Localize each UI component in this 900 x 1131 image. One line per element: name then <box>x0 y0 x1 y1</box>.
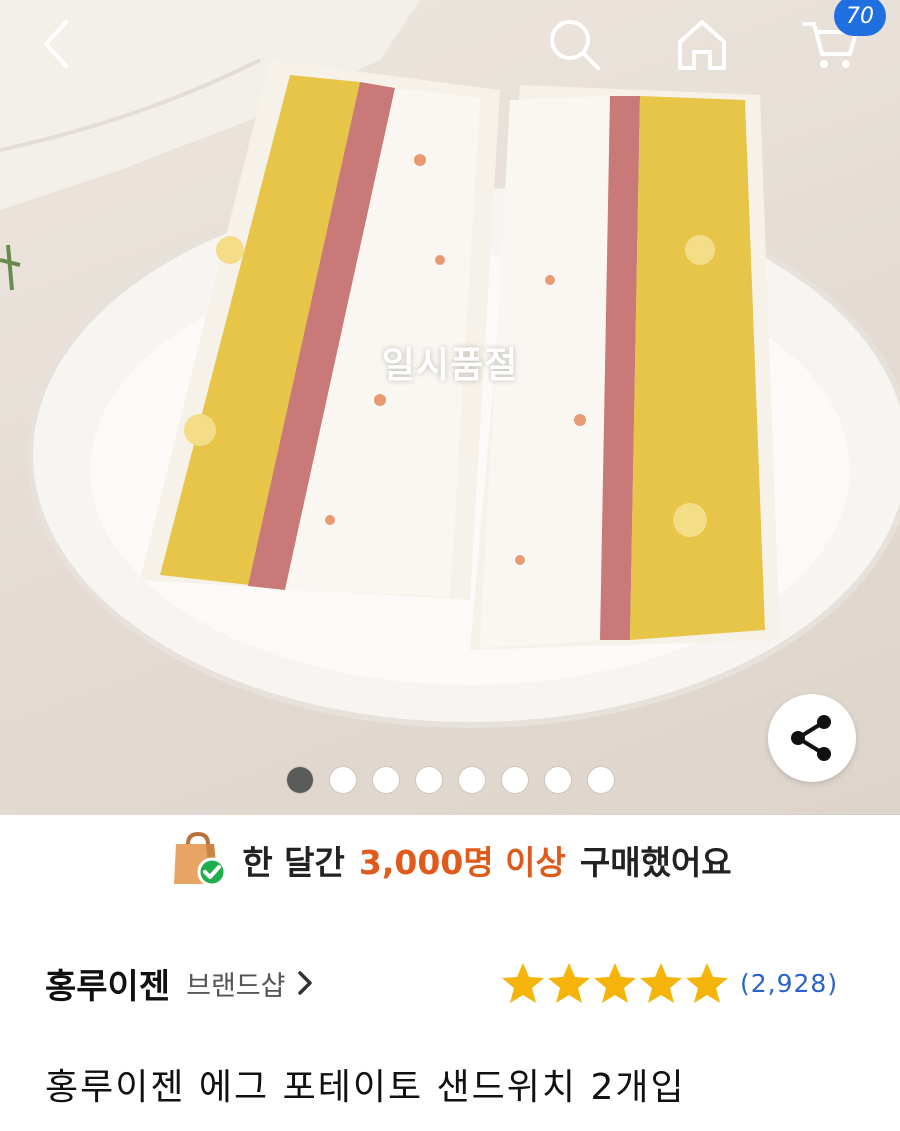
carousel-dot[interactable] <box>373 767 399 793</box>
banner-highlight: 3,000명 이상 <box>358 843 566 882</box>
home-icon <box>678 20 726 70</box>
rating-summary[interactable]: (2,928) <box>500 955 838 1011</box>
shopping-bag-check-icon <box>174 831 227 887</box>
banner-suffix: 구매했어요 <box>579 843 732 882</box>
carousel-dot[interactable] <box>416 767 442 793</box>
review-count[interactable]: (2,928) <box>740 969 838 998</box>
product-title: 홍루이젠 에그 포테이토 샌드위치 2개입 <box>45 1067 686 1108</box>
share-button[interactable] <box>768 694 856 782</box>
star-icon <box>502 963 544 1003</box>
home-button[interactable] <box>666 8 738 80</box>
chevron-left-icon <box>44 20 68 68</box>
banner-prefix: 한 달간 <box>242 843 345 882</box>
star-icon <box>686 963 728 1003</box>
star-icon <box>548 963 590 1003</box>
chevron-right-icon <box>297 971 312 995</box>
share-icon <box>791 715 831 761</box>
sold-out-overlay: 일시품절 <box>381 345 519 386</box>
carousel-dot[interactable] <box>330 767 356 793</box>
carousel-dot[interactable] <box>502 767 528 793</box>
product-image-carousel[interactable]: 일시품절 <box>0 0 900 815</box>
cart-count-badge: 70 <box>834 0 886 36</box>
purchase-count-banner: 한 달간 3,000명 이상 구매했어요 <box>0 820 900 900</box>
search-button[interactable] <box>538 8 610 80</box>
carousel-dot[interactable] <box>287 767 313 793</box>
product-photo <box>0 0 900 728</box>
carousel-dot[interactable] <box>588 767 614 793</box>
carousel-indicator <box>287 767 614 793</box>
brand-row[interactable]: 홍루이젠 브랜드샵 <box>45 955 318 1011</box>
star-icon <box>640 963 682 1003</box>
brand-shop-link[interactable]: 브랜드샵 <box>186 964 285 1003</box>
star-icon <box>594 963 636 1003</box>
carousel-dot[interactable] <box>545 767 571 793</box>
brand-name: 홍루이젠 <box>45 966 171 1007</box>
search-icon <box>550 20 600 70</box>
back-button[interactable] <box>24 8 96 80</box>
carousel-dot[interactable] <box>459 767 485 793</box>
